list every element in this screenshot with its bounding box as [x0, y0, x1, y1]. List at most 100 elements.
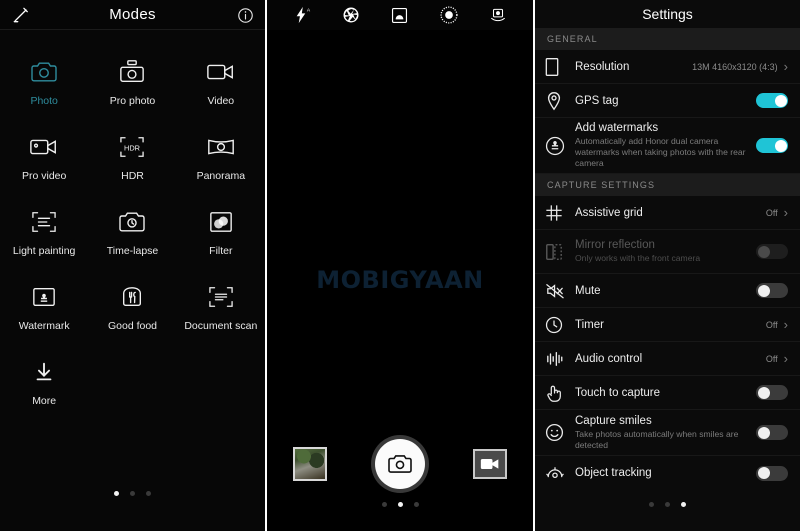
setting-row-assistive-grid[interactable]: Assistive grid Off ›	[535, 196, 800, 230]
setting-control[interactable]: Off ›	[766, 352, 788, 365]
settings-pager[interactable]	[535, 502, 800, 507]
setting-value: Off	[765, 353, 778, 364]
mode-item-panorama[interactable]: Panorama	[177, 133, 265, 185]
audio-control-icon	[545, 350, 575, 368]
pager-dot[interactable]	[397, 502, 403, 507]
mode-item-pro-video[interactable]: Pro video	[0, 133, 88, 185]
document-scan-icon	[208, 283, 234, 311]
pager-dot[interactable]	[146, 491, 151, 496]
section-header-capture-settings: CAPTURE SETTINGS	[535, 174, 800, 196]
mode-item-pro-photo[interactable]: Pro photo	[88, 58, 176, 110]
beauty-filter-icon[interactable]	[436, 4, 462, 26]
setting-row-add-watermarks[interactable]: Add watermarks Automatically add Honor d…	[535, 118, 800, 174]
modes-pager[interactable]	[0, 491, 265, 496]
setting-row-touch-to-capture[interactable]: Touch to capture	[535, 376, 800, 410]
flash-auto-icon[interactable]: A	[289, 4, 315, 26]
pager-dot[interactable]	[381, 502, 387, 507]
setting-label-wrap: Add watermarks Automatically add Honor d…	[575, 122, 756, 169]
mode-item-video[interactable]: Video	[177, 58, 265, 110]
setting-control[interactable]	[756, 385, 788, 400]
pager-dot[interactable]	[665, 502, 670, 507]
pager-dot[interactable]	[649, 502, 654, 507]
setting-control[interactable]: Off ›	[766, 206, 788, 219]
object-tracking-toggle[interactable]	[756, 465, 788, 481]
setting-label: Timer	[575, 318, 604, 331]
mute-icon	[545, 282, 575, 300]
page-title: Modes	[109, 6, 156, 23]
setting-label: Object tracking	[575, 467, 652, 479]
mode-item-hdr[interactable]: HDR HDR	[88, 133, 176, 185]
shutter-button[interactable]	[375, 439, 425, 489]
setting-row-timer[interactable]: Timer Off ›	[535, 308, 800, 342]
magic-wand-icon[interactable]	[10, 4, 32, 26]
mode-item-time-lapse[interactable]: Time-lapse	[88, 208, 176, 260]
pro-photo-icon	[118, 58, 146, 86]
mute-toggle[interactable]	[756, 283, 788, 298]
mode-item-more[interactable]: More	[0, 358, 88, 410]
camera-top-toolbar: A	[267, 0, 533, 30]
info-icon[interactable]	[235, 5, 255, 25]
touch-to-capture-toggle[interactable]	[756, 385, 788, 400]
capture-smiles-toggle[interactable]	[756, 425, 788, 440]
mode-item-light-painting[interactable]: Light painting	[0, 208, 88, 260]
gps-tag-toggle[interactable]	[756, 93, 788, 108]
svg-text:A: A	[307, 8, 311, 14]
setting-control[interactable]	[756, 425, 788, 440]
section-header-general: GENERAL	[535, 28, 800, 50]
settings-header: Settings	[535, 0, 800, 28]
mode-label: Video	[207, 95, 235, 107]
setting-row-gps-tag[interactable]: GPS tag	[535, 84, 800, 118]
setting-row-audio-control[interactable]: Audio control Off ›	[535, 342, 800, 376]
setting-control[interactable]	[756, 138, 788, 153]
chevron-right-icon: ›	[783, 205, 788, 220]
gallery-thumbnail[interactable]	[293, 447, 327, 481]
pro-video-icon	[29, 133, 59, 161]
setting-label: Audio control	[575, 352, 643, 365]
mode-item-photo[interactable]: Photo	[0, 58, 88, 110]
hdr-icon: HDR	[119, 133, 145, 161]
camera-pager[interactable]	[267, 502, 533, 507]
mode-item-good-food[interactable]: Good food	[88, 283, 176, 335]
setting-label-wrap: Capture smiles Take photos automatically…	[575, 415, 756, 451]
moving-picture-icon[interactable]	[485, 4, 511, 26]
panorama-icon	[206, 133, 236, 161]
pager-dot[interactable]	[413, 502, 419, 507]
wide-aperture-icon[interactable]	[387, 4, 413, 26]
setting-row-capture-smiles[interactable]: Capture smiles Take photos automatically…	[535, 410, 800, 456]
setting-label: GPS tag	[575, 94, 619, 107]
pager-dot[interactable]	[130, 491, 135, 496]
setting-control[interactable]	[756, 465, 788, 481]
aperture-icon[interactable]	[338, 4, 364, 26]
mode-label: Document scan	[184, 320, 258, 332]
setting-value: Off	[765, 319, 778, 330]
photo-camera-icon	[30, 58, 58, 86]
setting-row-mute[interactable]: Mute	[535, 274, 800, 308]
touch-icon	[545, 383, 575, 403]
chevron-right-icon: ›	[783, 59, 788, 74]
pager-dot[interactable]	[114, 491, 119, 496]
setting-row-mirror-reflection: Mirror reflection Only works with the fr…	[535, 230, 800, 274]
mode-item-filter[interactable]: Filter	[177, 208, 265, 260]
settings-title: Settings	[642, 6, 693, 22]
setting-row-resolution[interactable]: Resolution 13M 4160x3120 (4:3) ›	[535, 50, 800, 84]
mode-item-document-scan[interactable]: Document scan	[177, 283, 265, 335]
setting-label-wrap: Timer	[575, 319, 766, 331]
watermark-icon	[31, 283, 57, 311]
setting-control[interactable]	[756, 283, 788, 298]
setting-control[interactable]: Off ›	[766, 318, 788, 331]
setting-control[interactable]: 13M 4160x3120 (4:3) ›	[692, 60, 788, 73]
mode-item-watermark[interactable]: Watermark	[0, 283, 88, 335]
add-watermarks-toggle[interactable]	[756, 138, 788, 153]
setting-description: Take photos automatically when smiles ar…	[575, 428, 739, 450]
setting-description: Only works with the front camera	[575, 253, 701, 263]
setting-control[interactable]	[756, 93, 788, 108]
mirror-icon	[545, 242, 575, 262]
setting-row-object-tracking[interactable]: Object tracking	[535, 456, 800, 490]
mirror-reflection-toggle	[756, 244, 788, 259]
mode-label: Light painting	[12, 245, 76, 257]
pager-dot[interactable]	[681, 502, 686, 507]
setting-label: Add watermarks	[575, 122, 659, 134]
video-record-button[interactable]	[473, 449, 507, 479]
mode-label: Pro video	[21, 170, 67, 182]
modes-panel: Modes Photo Pro photo Video Pro video HD…	[0, 0, 265, 531]
